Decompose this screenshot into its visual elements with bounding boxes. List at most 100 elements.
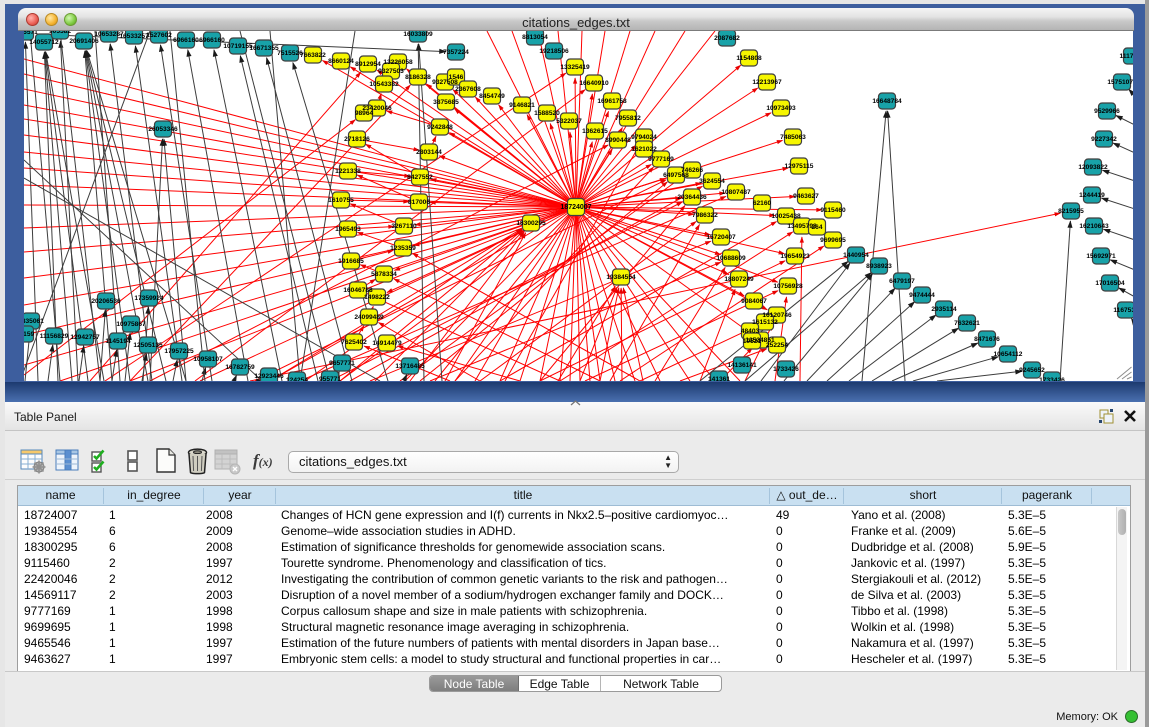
svg-text:16640910: 16640910 xyxy=(579,80,609,87)
svg-text:9227342: 9227342 xyxy=(1091,136,1117,143)
svg-text:124254: 124254 xyxy=(286,377,308,381)
svg-text:16033809: 16033809 xyxy=(403,31,433,38)
svg-text:8813054: 8813054 xyxy=(522,34,548,41)
svg-text:19654923: 19654923 xyxy=(780,253,810,260)
svg-text:15751074: 15751074 xyxy=(1107,79,1133,86)
svg-text:6479197: 6479197 xyxy=(889,278,915,285)
svg-text:24099489: 24099489 xyxy=(354,314,384,321)
svg-text:9463627: 9463627 xyxy=(793,193,819,200)
svg-text:3624554: 3624554 xyxy=(699,178,725,185)
svg-text:16120746: 16120746 xyxy=(762,312,792,319)
svg-text:8454749: 8454749 xyxy=(479,93,505,100)
svg-text:13716485: 13716485 xyxy=(395,363,425,370)
svg-text:817006: 817006 xyxy=(408,199,430,206)
svg-text:2803144: 2803144 xyxy=(416,149,442,156)
svg-text:10543382: 10543382 xyxy=(369,81,399,88)
svg-text:7625402: 7625402 xyxy=(341,339,367,346)
svg-text:1221338: 1221338 xyxy=(335,168,361,175)
svg-text:9699695: 9699695 xyxy=(820,237,846,244)
svg-text:1733426: 1733426 xyxy=(773,366,799,373)
svg-text:9794024: 9794024 xyxy=(631,134,657,141)
svg-text:8186328: 8186328 xyxy=(405,74,431,81)
svg-text:10958107: 10958107 xyxy=(193,356,223,363)
svg-text:7485063: 7485063 xyxy=(780,134,806,141)
svg-text:14914479: 14914479 xyxy=(372,340,402,347)
svg-text:1244419: 1244419 xyxy=(1079,192,1105,199)
svg-text:17016504: 17016504 xyxy=(1095,280,1125,287)
svg-text:5322037: 5322037 xyxy=(556,118,582,125)
svg-text:8938923: 8938923 xyxy=(866,263,892,270)
svg-text:7632621: 7632621 xyxy=(954,320,980,327)
svg-text:264: 264 xyxy=(811,224,822,231)
svg-text:6966160: 6966160 xyxy=(199,37,225,44)
svg-text:8660124: 8660124 xyxy=(328,58,354,65)
svg-text:16782759: 16782759 xyxy=(225,364,255,371)
svg-text:9115460: 9115460 xyxy=(820,207,846,214)
svg-text:1145194: 1145194 xyxy=(105,338,131,345)
svg-text:9529966: 9529966 xyxy=(1094,108,1120,115)
svg-text:1835061: 1835061 xyxy=(24,318,44,325)
svg-text:6966160: 6966160 xyxy=(173,37,199,44)
svg-text:1167534: 1167534 xyxy=(1113,307,1133,314)
svg-text:12975115: 12975115 xyxy=(785,163,814,170)
svg-text:16210643: 16210643 xyxy=(1079,223,1109,230)
svg-text:18724007: 18724007 xyxy=(560,204,591,211)
svg-text:1117234: 1117234 xyxy=(1120,53,1133,60)
svg-text:9084067: 9084067 xyxy=(741,298,767,305)
svg-text:252254: 252254 xyxy=(766,342,788,349)
svg-text:19384554: 19384554 xyxy=(606,274,636,281)
svg-text:26053346: 26053346 xyxy=(148,126,178,133)
svg-text:16533257: 16533257 xyxy=(119,33,149,40)
svg-text:1733426: 1733426 xyxy=(1039,377,1065,381)
svg-text:15720407: 15720407 xyxy=(706,234,736,241)
svg-text:20206536: 20206536 xyxy=(91,298,121,305)
svg-text:7986322: 7986322 xyxy=(692,212,718,219)
svg-text:7357224: 7357224 xyxy=(443,49,469,56)
svg-text:1805571: 1805571 xyxy=(24,31,38,36)
svg-text:5878334: 5878334 xyxy=(371,271,397,278)
svg-text:20364436: 20364436 xyxy=(677,194,707,201)
svg-text:16046788: 16046788 xyxy=(343,287,373,294)
svg-text:16671355: 16671355 xyxy=(249,45,279,52)
svg-text:8471676: 8471676 xyxy=(974,336,1000,343)
svg-text:11156829: 11156829 xyxy=(40,333,69,340)
svg-text:1235359: 1235359 xyxy=(390,245,416,252)
svg-text:10975867: 10975867 xyxy=(116,321,146,328)
svg-text:1588520: 1588520 xyxy=(534,110,560,117)
svg-text:3875685: 3875685 xyxy=(433,99,459,106)
svg-text:1615132: 1615132 xyxy=(752,319,778,326)
svg-text:9327503: 9327503 xyxy=(378,68,404,75)
svg-text:8215955: 8215955 xyxy=(1058,208,1084,215)
svg-text:955771: 955771 xyxy=(319,376,341,381)
svg-text:18807249: 18807249 xyxy=(724,276,754,283)
svg-text:10688609: 10688609 xyxy=(716,255,746,262)
svg-text:7955812: 7955812 xyxy=(615,115,641,122)
svg-text:16961758: 16961758 xyxy=(597,98,627,105)
svg-text:2935114: 2935114 xyxy=(931,306,957,313)
svg-text:19521: 19521 xyxy=(743,338,762,345)
svg-text:15692971: 15692971 xyxy=(1086,253,1116,260)
svg-text:62160: 62160 xyxy=(753,200,772,207)
svg-text:7663822: 7663822 xyxy=(300,52,326,59)
svg-text:12093822: 12093822 xyxy=(1078,164,1108,171)
svg-text:1916685: 1916685 xyxy=(338,258,364,265)
svg-text:18300295: 18300295 xyxy=(516,220,546,227)
svg-text:9474444: 9474444 xyxy=(909,292,935,299)
svg-text:905582: 905582 xyxy=(49,31,71,35)
svg-text:1621022: 1621022 xyxy=(631,146,657,153)
svg-text:12942757: 12942757 xyxy=(70,334,100,341)
svg-text:9146821: 9146821 xyxy=(509,102,535,109)
svg-text:48403: 48403 xyxy=(741,328,760,335)
svg-text:8912954: 8912954 xyxy=(355,61,381,68)
svg-text:8990448: 8990448 xyxy=(605,137,631,144)
svg-text:16648784: 16648784 xyxy=(872,98,902,105)
svg-text:12505135: 12505135 xyxy=(133,342,163,349)
svg-text:1440954: 1440954 xyxy=(843,252,869,259)
svg-text:9657771: 9657771 xyxy=(329,360,355,367)
svg-text:10025438: 10025438 xyxy=(771,213,801,220)
svg-text:141361: 141361 xyxy=(708,376,730,381)
svg-text:2367608: 2367608 xyxy=(455,86,481,93)
svg-text:17957225: 17957225 xyxy=(164,348,194,355)
svg-text:10654112: 10654112 xyxy=(994,351,1023,358)
svg-text:39159: 39159 xyxy=(24,331,34,338)
